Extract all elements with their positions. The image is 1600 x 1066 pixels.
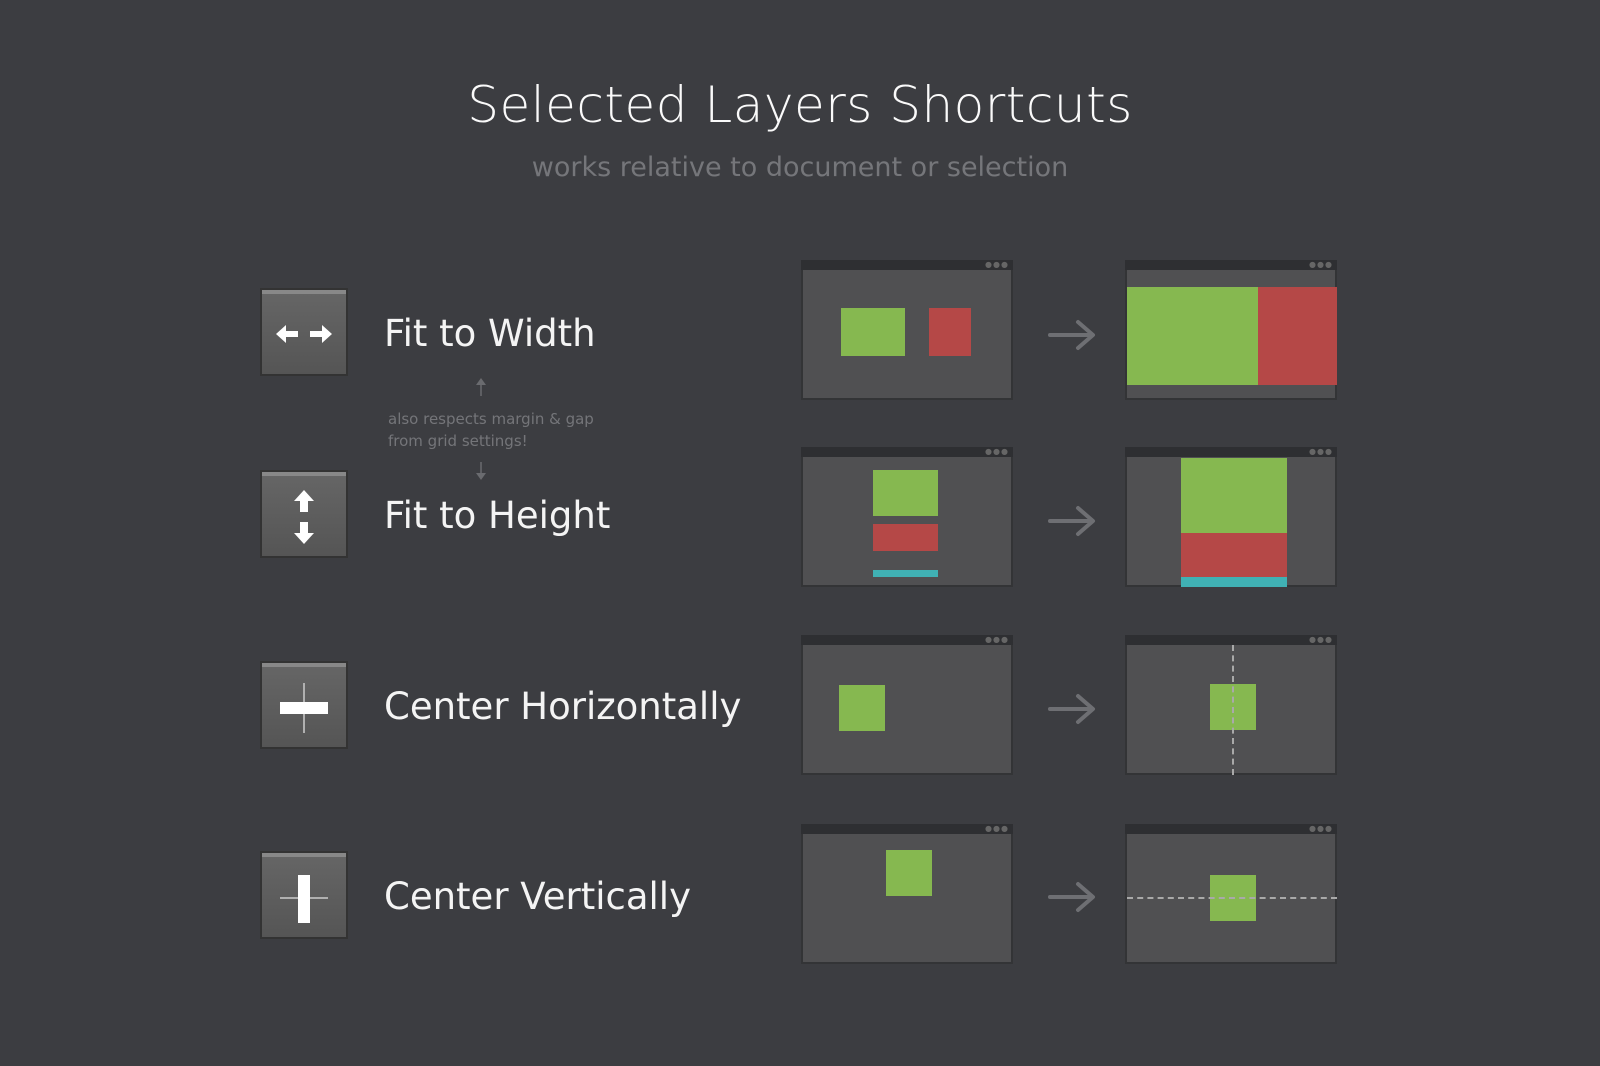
panel-menu-dots-icon: ●●● [985,824,1009,833]
grid-settings-note: also respects margin & gap from grid set… [388,408,594,452]
panel-header: ●●● [801,447,1013,457]
panel-header: ●●● [801,260,1013,270]
up-arrow-icon [476,378,486,396]
fit-to-height-label: Fit to Height [384,494,611,537]
fit-height-after-panel: ●●● [1125,447,1337,587]
right-arrow-icon [1048,506,1095,536]
center-horizontally-after-panel: ●●● [1125,635,1337,775]
green-layer [886,850,932,896]
right-arrow-icon [1048,694,1095,724]
center-vertically-before-panel: ●●● [801,824,1013,964]
fit-to-height-button[interactable] [262,472,346,556]
panel-menu-dots-icon: ●●● [1309,635,1333,644]
red-layer [929,308,971,356]
note-line-2: from grid settings! [388,432,528,450]
fit-to-width-button[interactable] [262,290,346,374]
vertical-center-guide [1232,645,1234,775]
center-vertical-icon [280,875,328,923]
green-layer [1127,287,1258,385]
fit-to-width-label: Fit to Width [384,312,596,355]
panel-menu-dots-icon: ●●● [985,260,1009,269]
green-layer [841,308,905,356]
fit-height-before-panel: ●●● [801,447,1013,587]
panel-menu-dots-icon: ●●● [985,635,1009,644]
arrows-horizontal-icon [276,325,332,343]
center-horizontally-button[interactable] [262,663,346,747]
arrows-vertical-icon [294,490,314,544]
center-horizontal-icon [280,683,328,733]
panel-header: ●●● [1125,260,1337,270]
green-layer [839,685,885,731]
fit-width-after-panel: ●●● [1125,260,1337,400]
panel-menu-dots-icon: ●●● [1309,260,1333,269]
fit-width-before-panel: ●●● [801,260,1013,400]
page-title: Selected Layers Shortcuts [467,76,1133,134]
panel-header: ●●● [1125,447,1337,457]
panel-header: ●●● [801,635,1013,645]
panel-header: ●●● [1125,635,1337,645]
right-arrow-icon [1048,882,1095,912]
red-layer [1258,287,1337,385]
center-vertically-label: Center Vertically [384,875,691,918]
red-layer [1181,533,1287,577]
panel-header: ●●● [801,824,1013,834]
right-arrow-icon [1048,320,1095,350]
panel-menu-dots-icon: ●●● [1309,824,1333,833]
center-horizontally-before-panel: ●●● [801,635,1013,775]
teal-layer [873,570,938,577]
page-subtitle: works relative to document or selection [531,152,1069,183]
center-horizontally-label: Center Horizontally [384,685,742,728]
green-layer [1181,458,1287,533]
center-vertically-after-panel: ●●● [1125,824,1337,964]
red-layer [873,524,938,551]
panel-header: ●●● [1125,824,1337,834]
teal-layer [1181,577,1287,587]
note-line-1: also respects margin & gap [388,410,594,428]
panel-menu-dots-icon: ●●● [1309,447,1333,456]
center-vertically-button[interactable] [262,853,346,937]
down-arrow-icon [476,462,486,480]
horizontal-center-guide [1127,897,1337,899]
panel-menu-dots-icon: ●●● [985,447,1009,456]
green-layer [873,470,938,516]
